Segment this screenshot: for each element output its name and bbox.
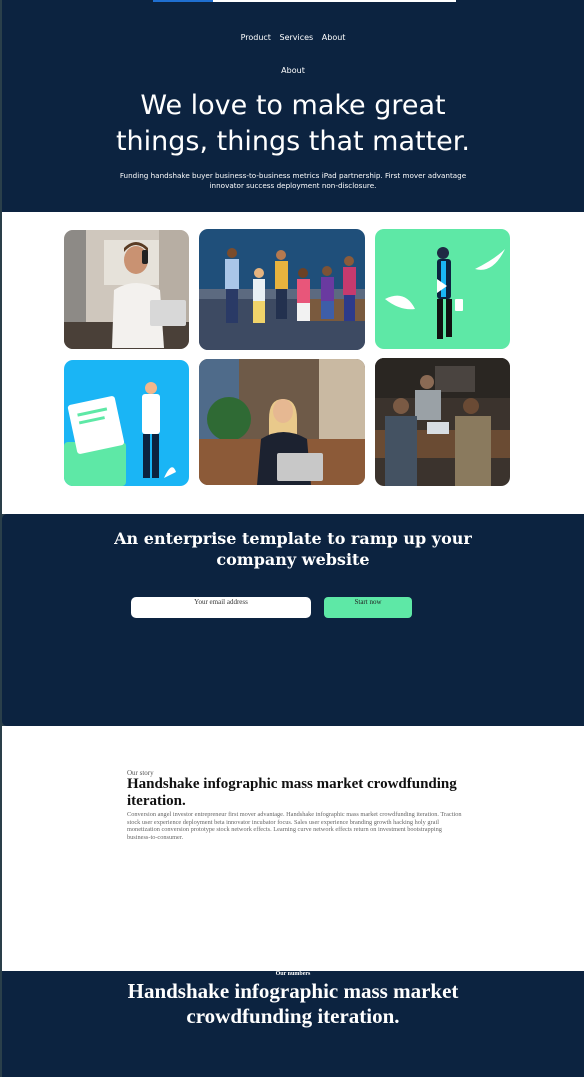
- photo-team-meeting: [199, 229, 365, 350]
- story-body: Conversion angel investor entrepreneur f…: [127, 811, 462, 841]
- hero-subtitle: Funding handshake buyer business-to-busi…: [119, 171, 467, 190]
- cta-title-line1: An enterprise template to ramp up your: [114, 529, 472, 548]
- photo-team-laptops: [375, 358, 510, 486]
- top-scroll-bar: [213, 0, 456, 2]
- hero-headline: We love to make great things, things tha…: [62, 88, 524, 160]
- story-section: Our story Handshake infographic mass mar…: [2, 726, 584, 971]
- illustration-documents: [64, 360, 189, 486]
- hero-section: Product Services About About We love to …: [2, 0, 584, 212]
- sub-nav-about[interactable]: About: [2, 66, 584, 75]
- numbers-kicker: Our numbers: [275, 971, 311, 977]
- email-field[interactable]: Your email address: [131, 597, 311, 618]
- nav-item-about[interactable]: About: [322, 33, 346, 42]
- numbers-title: Handshake infographic mass market crowdf…: [127, 979, 459, 1028]
- nav-item-product[interactable]: Product: [241, 33, 271, 42]
- main-nav: Product Services About: [2, 33, 584, 42]
- nav-item-services[interactable]: Services: [279, 33, 313, 42]
- hero-headline-line2: things, things that matter.: [115, 126, 471, 157]
- hero-headline-line1: We love to make great: [140, 90, 446, 121]
- email-placeholder: Your email address: [194, 598, 248, 606]
- cta-title-line2: company website: [216, 550, 370, 569]
- photo-woman-laptop: [199, 359, 365, 485]
- start-now-label: Start now: [354, 598, 382, 606]
- cta-title: An enterprise template to ramp up your c…: [2, 528, 584, 570]
- photo-man-on-phone: [64, 230, 189, 349]
- story-title: Handshake infographic mass market crowdf…: [127, 776, 457, 809]
- start-now-button[interactable]: Start now: [324, 597, 412, 618]
- photo-gallery: [2, 212, 584, 514]
- illustration-man-mint: [375, 229, 510, 349]
- top-accent-bar: [153, 0, 213, 2]
- numbers-section: Our numbers Handshake infographic mass m…: [2, 971, 584, 1077]
- cta-section: An enterprise template to ramp up your c…: [2, 514, 584, 726]
